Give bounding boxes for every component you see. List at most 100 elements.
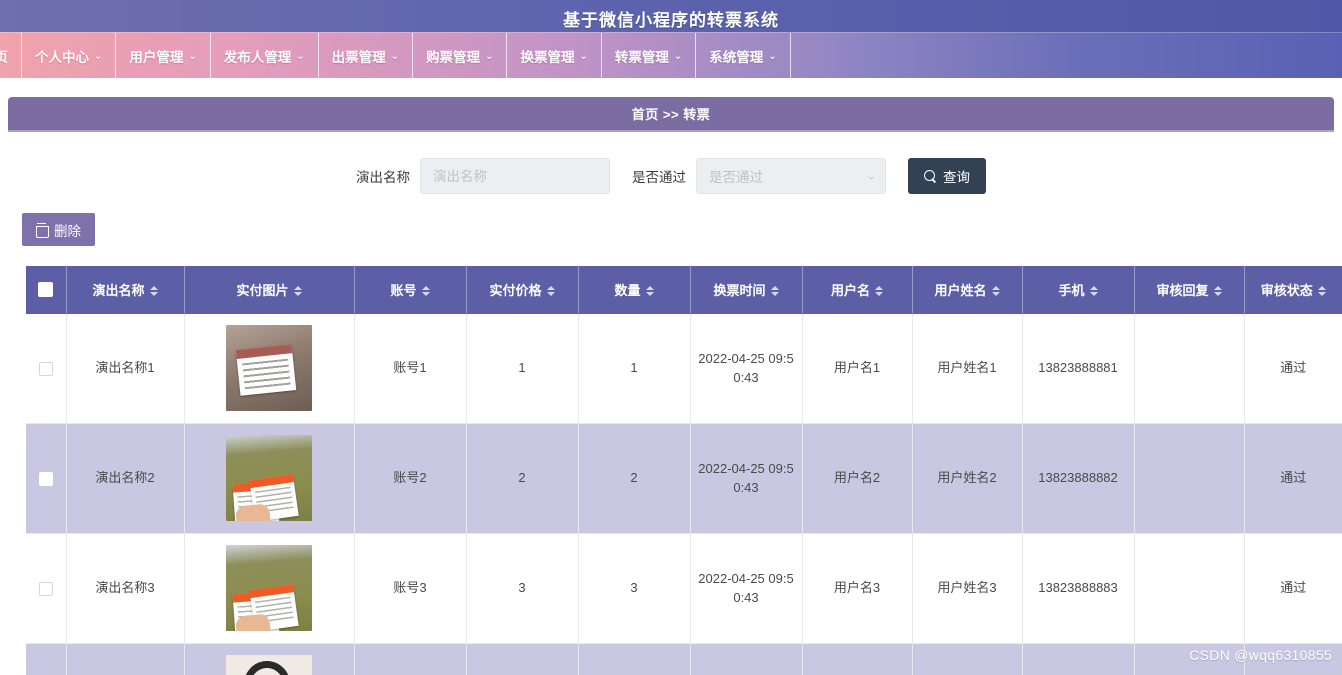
th-show-name[interactable]: 演出名称 [66, 266, 185, 314]
row-checkbox[interactable] [38, 581, 53, 596]
th-username[interactable]: 用户名 [802, 266, 913, 314]
delete-button-label: 删除 [54, 223, 81, 239]
cell-real-name: 用户姓名1 [912, 313, 1023, 424]
table-row[interactable]: 演出名称2 账号2 2 2 2022-04-25 09:50:43 用户名2 用… [26, 423, 1342, 534]
sort-icon[interactable] [1089, 285, 1098, 297]
ticket-photo-thumbnail[interactable] [226, 655, 312, 675]
cell-payment-image [184, 313, 355, 424]
cell-account: 账号2 [354, 423, 467, 534]
cell-show-name: 演出名称1 [66, 313, 185, 424]
th-audit-reply[interactable]: 审核回复 [1134, 266, 1245, 314]
search-icon [924, 169, 937, 183]
app-banner: 基于微信小程序的转票系统 [0, 0, 1342, 32]
th-select-all [26, 266, 67, 314]
select-all-checkbox[interactable] [38, 282, 54, 298]
sort-icon[interactable] [149, 285, 158, 297]
sort-icon[interactable] [1213, 285, 1222, 297]
column-label: 换票时间 [713, 282, 766, 298]
chevron-down-icon: ⌄ [485, 51, 494, 62]
nav-item-ticketing-management[interactable]: 出票管理 ⌄ [319, 33, 414, 78]
table: 演出名称 实付图片 账号 实付价格 数量 换票时间 用户名 用户姓名 手机 审核… [26, 266, 1342, 675]
table-row[interactable]: 演出名称3 账号3 3 3 2022-04-25 09:50:43 用户名3 用… [26, 533, 1342, 644]
chevron-down-icon: ⌄ [188, 51, 197, 62]
cell-quantity: 2 [578, 423, 691, 534]
cell-audit-status: 通过 [1244, 423, 1342, 534]
cell-exchange-time: 2022-04-25 09:50:43 [690, 423, 803, 534]
cell-username: 用户名3 [802, 533, 913, 644]
column-label: 审核状态 [1260, 282, 1313, 298]
show-name-input[interactable] [420, 158, 610, 194]
column-label: 用户姓名 [934, 282, 987, 298]
cell-show-name: 演出名称3 [66, 533, 185, 644]
sort-icon[interactable] [546, 285, 555, 297]
nav-item-personal-center[interactable]: 个人中心 ⌄ [22, 33, 117, 78]
nav-item-label: 购票管理 [426, 49, 481, 65]
nav-item-user-management[interactable]: 用户管理 ⌄ [116, 33, 211, 78]
cell-select [26, 533, 67, 644]
cell-quantity [578, 643, 691, 675]
column-label: 账号 [390, 282, 417, 298]
chevron-down-icon: ⌄ [390, 51, 400, 62]
th-paid-price[interactable]: 实付价格 [466, 266, 579, 314]
ticket-photo-thumbnail[interactable] [226, 325, 312, 411]
row-checkbox[interactable] [38, 361, 53, 376]
sort-icon[interactable] [770, 285, 779, 297]
cell-payment-image [184, 643, 355, 675]
chevron-down-icon: ⌄ [94, 51, 103, 62]
navbar-filler [791, 33, 1342, 78]
sort-icon[interactable] [645, 285, 654, 297]
pass-status-select[interactable]: 是否通过 ⌄ [696, 158, 886, 194]
cell-real-name: 用户姓名3 [912, 533, 1023, 644]
th-payment-image[interactable]: 实付图片 [184, 266, 355, 314]
search-button[interactable]: 查询 [908, 158, 986, 194]
th-audit-status[interactable]: 审核状态 [1244, 266, 1342, 314]
nav-item-label: 换票管理 [520, 49, 575, 65]
cell-audit-status [1244, 643, 1342, 675]
cell-username: 用户名2 [802, 423, 913, 534]
cell-audit-reply [1134, 313, 1245, 424]
th-quantity[interactable]: 数量 [578, 266, 691, 314]
nav-item-label: 发布人管理 [223, 49, 292, 65]
nav-item-label: 出票管理 [331, 49, 386, 65]
nav-item-purchase-management[interactable]: 购票管理 ⌄ [413, 33, 508, 78]
cell-username [802, 643, 913, 675]
pass-status-label: 是否通过 [632, 170, 686, 185]
sort-icon[interactable] [293, 285, 302, 297]
table-row[interactable] [26, 643, 1342, 675]
sort-icon[interactable] [875, 285, 883, 297]
cell-payment-image [184, 423, 355, 534]
table-header-row: 演出名称 实付图片 账号 实付价格 数量 换票时间 用户名 用户姓名 手机 审核… [26, 266, 1342, 314]
nav-item-transfer-management[interactable]: 转票管理 ⌄ [602, 33, 697, 78]
ticket-photo-thumbnail[interactable] [226, 545, 312, 631]
pass-status-select-value: 是否通过 [696, 158, 886, 194]
cell-account: 账号1 [354, 313, 467, 424]
cell-phone: 13823888881 [1022, 313, 1135, 424]
delete-button[interactable]: 删除 [22, 213, 95, 246]
cell-quantity: 3 [578, 533, 691, 644]
show-name-label: 演出名称 [356, 170, 410, 185]
table-head: 演出名称 实付图片 账号 实付价格 数量 换票时间 用户名 用户姓名 手机 审核… [26, 266, 1342, 314]
cell-audit-status: 通过 [1244, 313, 1342, 424]
breadcrumb: 首页 >> 转票 [631, 107, 711, 122]
app-title: 基于微信小程序的转票系统 [563, 11, 779, 31]
table-body: 演出名称1 账号1 1 1 2022-04-25 09:50:43 用户名1 用… [26, 313, 1342, 675]
column-label: 审核回复 [1156, 282, 1209, 298]
ticket-photo-thumbnail[interactable] [226, 435, 312, 521]
sort-icon[interactable] [421, 285, 430, 297]
chevron-down-icon: ⌄ [768, 51, 777, 62]
table-row[interactable]: 演出名称1 账号1 1 1 2022-04-25 09:50:43 用户名1 用… [26, 313, 1342, 424]
page-root: 基于微信小程序的转票系统 首页 个人中心 ⌄ 用户管理 ⌄ 发布人管理 ⌄ 出票… [0, 0, 1342, 675]
th-exchange-time[interactable]: 换票时间 [690, 266, 803, 314]
th-phone[interactable]: 手机 [1022, 266, 1135, 314]
th-real-name[interactable]: 用户姓名 [912, 266, 1023, 314]
nav-item-home[interactable]: 首页 [0, 33, 22, 78]
sort-icon[interactable] [991, 285, 1000, 297]
sort-icon[interactable] [1317, 285, 1326, 297]
nav-item-publisher-management[interactable]: 发布人管理 ⌄ [211, 33, 319, 78]
th-account[interactable]: 账号 [354, 266, 467, 314]
column-label: 演出名称 [92, 282, 145, 298]
nav-item-exchange-management[interactable]: 换票管理 ⌄ [507, 33, 602, 78]
row-checkbox[interactable] [38, 471, 53, 486]
cell-audit-reply [1134, 533, 1245, 644]
nav-item-system-management[interactable]: 系统管理 ⌄ [696, 33, 791, 78]
